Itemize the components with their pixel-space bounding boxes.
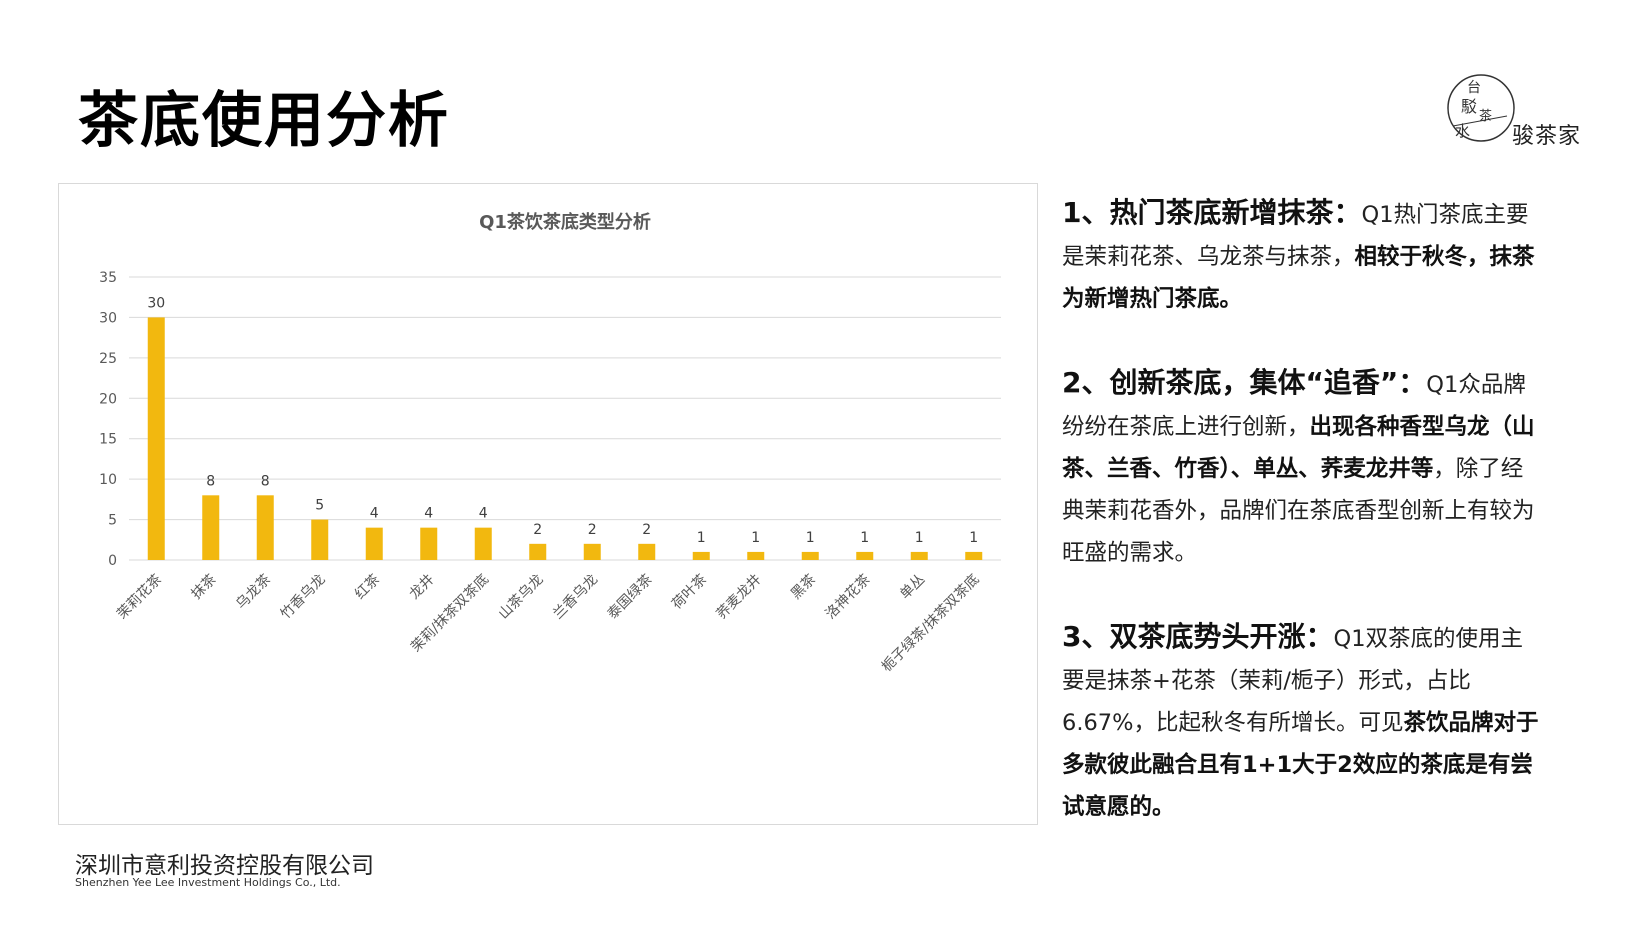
data-label: 1 — [751, 530, 760, 546]
x-tick-label: 乌龙茶 — [233, 572, 274, 613]
x-tick-label: 抹茶 — [188, 572, 219, 603]
brand-name: 骏茶家 — [1512, 124, 1582, 149]
point-heading: 1、热门茶底新增抹茶： — [1062, 196, 1362, 229]
x-tick-label: 竹香乌龙 — [278, 572, 329, 623]
bar — [529, 543, 547, 560]
bar — [365, 527, 383, 560]
svg-text:台: 台 — [1467, 80, 1481, 96]
chart-frame: Q1茶饮茶底类型分析 0 5 10 15 20 25 30 35 30 茉莉花茶 8 抹茶 8 乌龙茶 5 竹香… — [58, 183, 1038, 825]
bar — [965, 551, 983, 560]
bar — [474, 527, 492, 560]
svg-text:茶: 茶 — [1479, 108, 1492, 124]
x-tick-label: 洛神花茶 — [823, 572, 874, 623]
data-label: 1 — [860, 530, 869, 546]
analysis-point-1: 1、热门茶底新增抹茶：Q1热门茶底主要是茉莉花茶、乌龙茶与抹茶，相较于秋冬，抹茶… — [1062, 192, 1542, 320]
point-heading: 2、创新茶底，集体“追香”： — [1062, 366, 1427, 399]
data-label: 8 — [206, 473, 215, 489]
bar — [801, 551, 819, 560]
x-tick-label: 茉莉花茶 — [113, 571, 165, 623]
y-tick-label: 25 — [99, 351, 117, 367]
page-title: 茶底使用分析 — [78, 86, 450, 156]
x-tick-label: 山茶乌龙 — [496, 572, 547, 623]
chart-title: Q1茶饮茶底类型分析 — [479, 211, 651, 233]
y-tick-label: 0 — [108, 553, 117, 569]
analysis-point-3: 3、双茶底势头开涨：Q1双茶底的使用主要是抹茶+花茶（茉莉/栀子）形式，占比6.… — [1062, 616, 1542, 828]
x-tick-label: 荞麦龙井 — [714, 572, 765, 623]
data-label: 30 — [147, 295, 165, 311]
data-label: 1 — [915, 530, 924, 546]
analysis-point-2: 2、创新茶底，集体“追香”：Q1众品牌纷纷在茶底上进行创新，出现各种香型乌龙（山… — [1062, 362, 1542, 574]
data-label: 4 — [424, 506, 433, 522]
bar — [910, 551, 928, 560]
bar — [747, 551, 765, 560]
y-tick-label: 15 — [99, 432, 117, 448]
bar — [147, 317, 165, 560]
bar — [692, 551, 710, 560]
analysis-points: 1、热门茶底新增抹茶：Q1热门茶底主要是茉莉花茶、乌龙茶与抹茶，相较于秋冬，抹茶… — [1062, 192, 1542, 870]
x-tick-label: 栀子绿茶/抹茶双茶底 — [879, 572, 983, 676]
x-tick-label: 荷叶茶 — [669, 572, 710, 613]
data-label: 1 — [697, 530, 706, 546]
data-label: 4 — [370, 506, 379, 522]
bar — [420, 527, 438, 560]
x-tick-label: 黑茶 — [788, 572, 819, 603]
data-label: 2 — [533, 522, 542, 538]
y-tick-label: 10 — [99, 472, 117, 488]
data-label: 1 — [806, 530, 815, 546]
y-tick-label: 5 — [108, 513, 117, 529]
x-tick-label: 泰国绿茶 — [605, 572, 656, 623]
data-label: 1 — [969, 530, 978, 546]
y-tick-label: 35 — [99, 270, 117, 286]
y-tick-label: 30 — [99, 310, 117, 326]
data-label: 2 — [642, 522, 651, 538]
data-label: 8 — [261, 473, 270, 489]
bar — [583, 543, 601, 560]
x-tick-label: 单丛 — [897, 572, 928, 603]
bar — [311, 519, 329, 560]
x-tick-label: 龙井 — [406, 572, 437, 603]
bar — [638, 543, 656, 560]
x-tick-label: 红茶 — [352, 572, 383, 603]
data-label: 2 — [588, 522, 597, 538]
bar — [202, 495, 220, 560]
x-tick-label: 兰香乌龙 — [550, 572, 601, 623]
data-label: 4 — [479, 506, 488, 522]
y-tick-label: 20 — [99, 391, 117, 407]
bar — [856, 551, 874, 560]
company-name-en: Shenzhen Yee Lee Investment Holdings Co.… — [75, 876, 341, 889]
bar-chart: Q1茶饮茶底类型分析 0 5 10 15 20 25 30 35 30 茉莉花茶 8 抹茶 8 乌龙茶 5 竹香… — [99, 211, 1001, 676]
svg-text:駁: 駁 — [1461, 97, 1477, 116]
data-label: 5 — [315, 498, 324, 514]
point-heading: 3、双茶底势头开涨： — [1062, 620, 1334, 653]
company-name-cn: 深圳市意利投资控股有限公司 — [75, 853, 374, 879]
bar — [256, 495, 274, 560]
